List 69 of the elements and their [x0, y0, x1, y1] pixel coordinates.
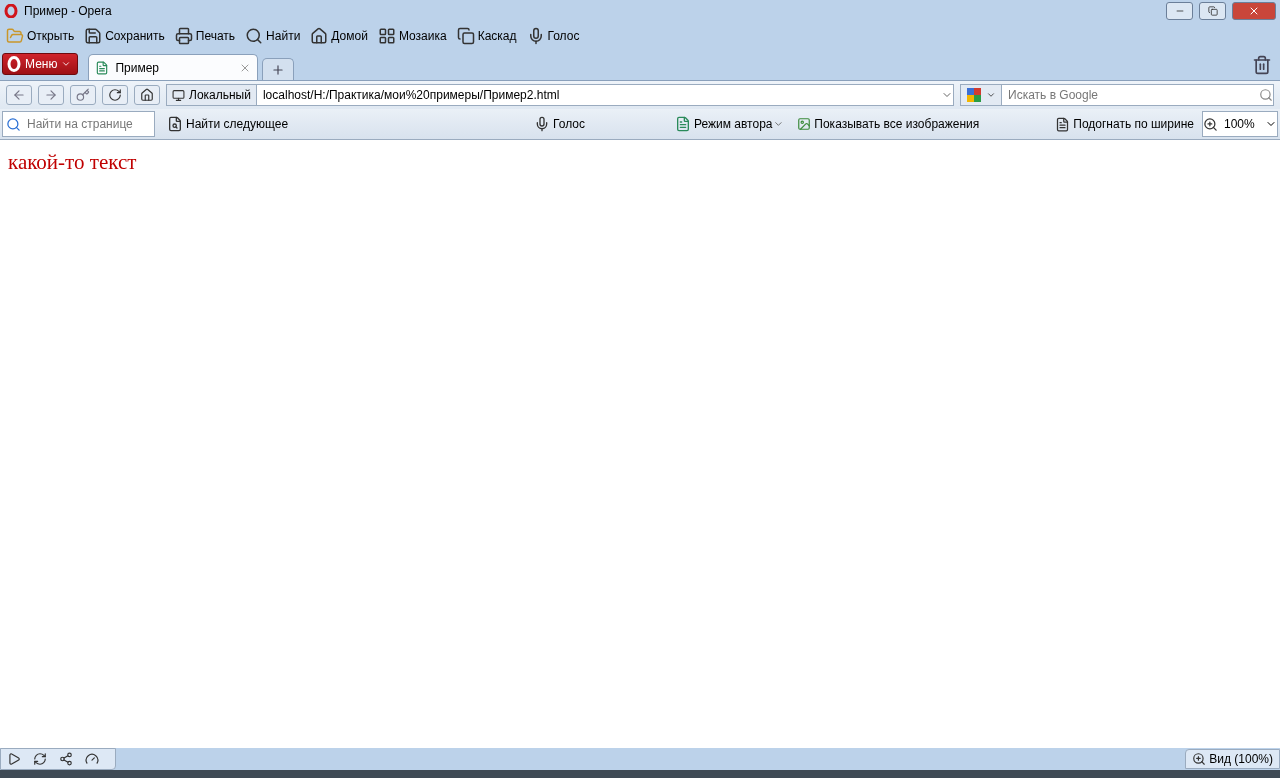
author-mode-button[interactable]: Режим автора	[675, 116, 773, 132]
forward-button[interactable]	[38, 85, 64, 105]
search-icon	[6, 116, 21, 132]
windows-icon	[456, 27, 475, 45]
key-button[interactable]	[70, 85, 96, 105]
minimize-button[interactable]	[1166, 2, 1193, 20]
menu-button[interactable]: Меню	[2, 53, 79, 75]
trash-icon	[1252, 55, 1272, 75]
trash-button[interactable]	[1252, 55, 1272, 75]
panel-toggle-icon	[7, 752, 21, 766]
opera-logo-icon	[7, 56, 21, 72]
tab[interactable]: Пример	[88, 54, 259, 80]
window-title: Пример - Opera	[24, 4, 113, 18]
toolbar-button[interactable]: Открыть	[6, 27, 75, 45]
toolbar-button[interactable]: Каскад	[456, 27, 517, 45]
address-field[interactable]: Локальный localhost/H:/Практика/мои%20примеры/Пример2.html	[166, 84, 954, 106]
find-next-icon	[167, 116, 183, 132]
search-icon	[245, 27, 264, 45]
toolbar-button[interactable]: Печать	[174, 27, 236, 45]
find-next-button[interactable]: Найти следующее	[167, 116, 289, 132]
caret-icon	[986, 90, 996, 100]
home-icon	[310, 27, 329, 45]
page-text: какой-то текст	[8, 150, 137, 174]
key-icon	[76, 88, 90, 102]
back-icon	[12, 88, 26, 102]
toolbar-button[interactable]: Сохранить	[84, 27, 165, 45]
toolbar-button[interactable]: Найти	[245, 27, 301, 45]
caret-icon	[61, 59, 72, 69]
grid-icon	[377, 27, 396, 45]
folder-icon	[6, 27, 24, 45]
image-icon	[797, 117, 812, 131]
opera-logo-icon	[4, 4, 18, 18]
search-box[interactable]: Искать в Google	[960, 84, 1274, 106]
home-icon	[140, 88, 154, 102]
zoom-icon	[1192, 752, 1207, 766]
toolbar-button[interactable]: Мозаика	[377, 27, 447, 45]
find-box[interactable]: Найти на странице	[2, 111, 155, 137]
plus-icon	[271, 62, 286, 77]
url-text: localhost/H:/Практика/мои%20примеры/Пример2.html	[261, 88, 561, 102]
local-badge: Локальный	[167, 85, 257, 105]
restore-button[interactable]	[1199, 2, 1226, 20]
search-icon	[1259, 88, 1273, 102]
show-images-button[interactable]: Показывать все изображения	[797, 117, 980, 131]
search-engine-icon	[966, 87, 982, 103]
page-width-icon	[1055, 116, 1071, 132]
monitor-icon	[172, 88, 185, 102]
forward-icon	[44, 88, 58, 102]
view-zoom-button[interactable]: Вид (100%)	[1185, 749, 1280, 769]
zoom-icon	[1203, 116, 1218, 132]
home-button[interactable]	[134, 85, 160, 105]
printer-icon	[174, 27, 193, 45]
zoom-selector[interactable]: 100%	[1202, 111, 1278, 137]
close-icon	[1248, 5, 1260, 17]
new-tab-button[interactable]	[262, 58, 295, 80]
fit-width-button[interactable]: Подогнать по ширине	[1055, 116, 1194, 132]
back-button[interactable]	[6, 85, 32, 105]
search-field[interactable]: Искать в Google	[1002, 88, 1259, 102]
page-icon	[95, 60, 110, 75]
voice-button[interactable]: Голос	[534, 116, 585, 132]
sync-icon	[33, 752, 47, 766]
toolbar-button[interactable]: Голос	[526, 27, 580, 45]
find-field[interactable]: Найти на странице	[21, 117, 154, 131]
toolbar-button[interactable]: Домой	[310, 27, 368, 45]
document-icon	[675, 116, 691, 132]
close-button[interactable]	[1232, 2, 1276, 20]
reload-button[interactable]	[102, 85, 128, 105]
restore-icon	[1207, 6, 1218, 16]
search-engine-selector[interactable]	[961, 85, 1002, 105]
reload-icon	[108, 88, 122, 102]
